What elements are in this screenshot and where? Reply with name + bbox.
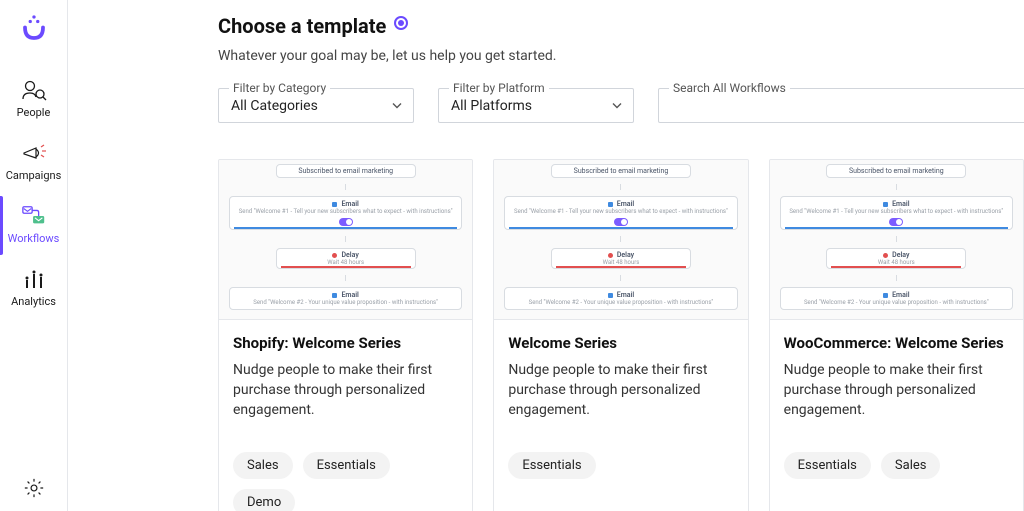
filter-label: Filter by Category xyxy=(229,81,330,95)
card-tags: Essentials Sales xyxy=(770,430,1023,491)
sidebar: People Campaigns xyxy=(0,0,68,511)
tag: Sales xyxy=(233,452,293,479)
card-preview: Subscribed to email marketing Email Send… xyxy=(219,160,472,320)
sidebar-item-label: Analytics xyxy=(11,295,56,308)
sidebar-item-label: People xyxy=(17,106,51,119)
flow-head: Delay xyxy=(617,251,634,259)
flow-head: Email xyxy=(617,291,634,299)
sidebar-item-workflows[interactable]: Workflows xyxy=(0,194,68,257)
flow-head: Email xyxy=(617,200,634,208)
sidebar-item-campaigns[interactable]: Campaigns xyxy=(0,131,68,194)
card-title: WooCommerce: Welcome Series xyxy=(784,334,1009,354)
flow-head: Email xyxy=(892,200,909,208)
flow-trigger: Subscribed to email marketing xyxy=(849,167,944,175)
filter-value: All Platforms xyxy=(451,98,532,114)
card-title: Welcome Series xyxy=(508,334,733,354)
flow-trigger: Subscribed to email marketing xyxy=(298,167,393,175)
settings-button[interactable] xyxy=(21,475,47,501)
flow-head: Email xyxy=(341,291,358,299)
card-description: Nudge people to make their first purchas… xyxy=(233,360,458,421)
sidebar-item-analytics[interactable]: Analytics xyxy=(0,257,68,320)
card-tags: Essentials xyxy=(494,430,747,491)
flow-text: Wait 48 hours xyxy=(556,259,686,266)
card-title: Shopify: Welcome Series xyxy=(233,334,458,354)
workflows-icon xyxy=(21,204,47,228)
gear-icon xyxy=(23,477,45,499)
tag: Essentials xyxy=(508,452,595,479)
logo xyxy=(17,12,51,46)
chevron-down-icon xyxy=(611,96,623,115)
chevron-down-icon xyxy=(391,96,403,115)
sidebar-item-label: Campaigns xyxy=(6,169,62,182)
template-card[interactable]: Subscribed to email marketing Email Send… xyxy=(218,159,473,511)
search-box[interactable]: Search All Workflows xyxy=(658,88,1024,123)
people-icon xyxy=(21,78,47,102)
flow-text: Send "Welcome #1 - Tell your new subscri… xyxy=(511,208,730,215)
tag: Essentials xyxy=(303,452,390,479)
sidebar-item-people[interactable]: People xyxy=(0,68,68,131)
flow-text: Wait 48 hours xyxy=(831,259,961,266)
card-preview: Subscribed to email marketing Email Send… xyxy=(770,160,1023,320)
flow-text: Send "Welcome #2 - Your unique value pro… xyxy=(787,299,1006,306)
flow-text: Wait 48 hours xyxy=(281,259,411,266)
flow-trigger: Subscribed to email marketing xyxy=(574,167,669,175)
card-description: Nudge people to make their first purchas… xyxy=(508,360,733,421)
analytics-icon xyxy=(21,267,47,291)
step-indicator xyxy=(394,16,408,30)
sidebar-item-label: Workflows xyxy=(8,232,60,245)
tag: Sales xyxy=(881,452,941,479)
card-description: Nudge people to make their first purchas… xyxy=(784,360,1009,421)
flow-head: Delay xyxy=(341,251,358,259)
flow-text: Send "Welcome #2 - Your unique value pro… xyxy=(511,299,730,306)
filter-value: All Categories xyxy=(231,98,318,114)
search-input[interactable] xyxy=(671,97,1024,113)
tag: Demo xyxy=(233,489,295,511)
filter-platform[interactable]: Filter by Platform All Platforms xyxy=(438,88,634,123)
flow-head: Delay xyxy=(892,251,909,259)
filter-label: Search All Workflows xyxy=(669,81,790,95)
tag: Essentials xyxy=(784,452,871,479)
filter-category[interactable]: Filter by Category All Categories xyxy=(218,88,414,123)
flow-text: Send "Welcome #2 - Your unique value pro… xyxy=(236,299,455,306)
page-title: Choose a template xyxy=(218,14,386,38)
page-subtitle: Whatever your goal may be, let us help y… xyxy=(68,48,1024,64)
main-content: Choose a template Whatever your goal may… xyxy=(68,0,1024,511)
template-card[interactable]: Subscribed to email marketing Email Send… xyxy=(493,159,748,511)
flow-text: Send "Welcome #1 - Tell your new subscri… xyxy=(236,208,455,215)
filter-row: Filter by Category All Categories Filter… xyxy=(68,88,1024,123)
flow-text: Send "Welcome #1 - Tell your new subscri… xyxy=(787,208,1006,215)
template-card[interactable]: Subscribed to email marketing Email Send… xyxy=(769,159,1024,511)
card-tags: Sales Essentials Demo xyxy=(219,430,472,511)
flow-head: Email xyxy=(341,200,358,208)
filter-label: Filter by Platform xyxy=(449,81,549,95)
flow-head: Email xyxy=(892,291,909,299)
card-preview: Subscribed to email marketing Email Send… xyxy=(494,160,747,320)
megaphone-icon xyxy=(21,141,47,165)
template-cards: Subscribed to email marketing Email Send… xyxy=(68,159,1024,511)
